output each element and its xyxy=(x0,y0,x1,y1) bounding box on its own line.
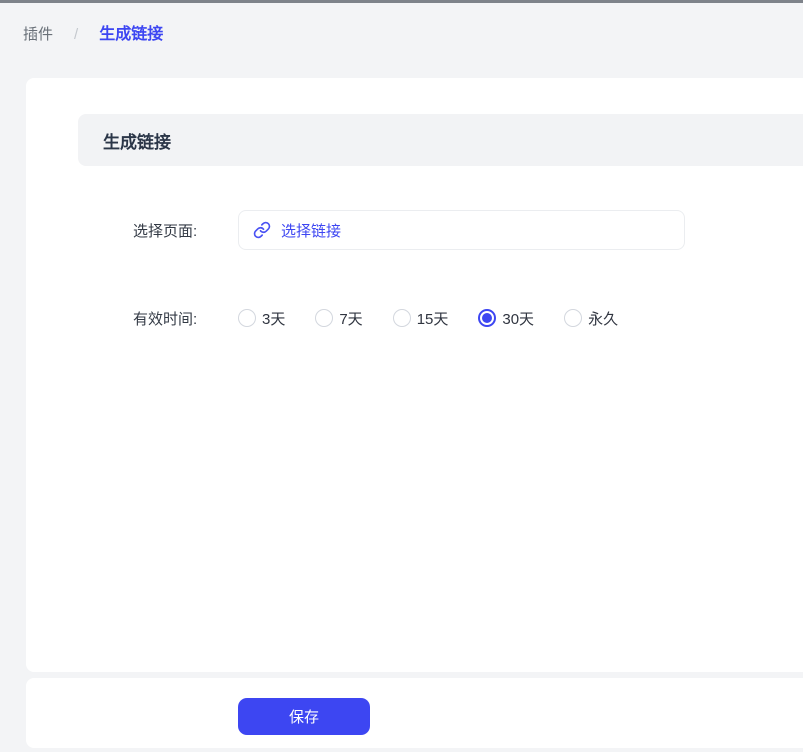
radio-label: 永久 xyxy=(588,310,619,328)
breadcrumb-item-plugins[interactable]: 插件 xyxy=(23,24,53,46)
radio-option-30-days[interactable]: 30天 xyxy=(478,308,534,329)
breadcrumb-item-generate-link: 生成链接 xyxy=(99,26,164,43)
select-page-label: 选择页面: xyxy=(133,222,198,240)
radio-circle xyxy=(478,309,497,327)
form-row-validity: 有效时间: 3天 7天 15天 30天 永久 xyxy=(133,298,618,338)
generate-link-page: 插件 / 生成链接 生成链接 选择页面: 选择链接 有效时间: 3天 7天 15… xyxy=(0,0,803,752)
radio-circle xyxy=(238,309,256,327)
validity-radio-group: 3天 7天 15天 30天 永久 xyxy=(238,308,618,329)
generate-link-card: 生成链接 选择页面: 选择链接 有效时间: 3天 7天 15天 30天 永久 xyxy=(26,78,803,672)
breadcrumb-separator: / xyxy=(74,26,79,43)
radio-circle xyxy=(564,309,583,327)
radio-option-3-days[interactable]: 3天 xyxy=(238,308,285,329)
save-button[interactable]: 保存 xyxy=(238,698,370,735)
radio-label: 30天 xyxy=(502,310,535,328)
radio-option-15-days[interactable]: 15天 xyxy=(392,308,449,329)
select-link-field[interactable]: 选择链接 xyxy=(238,210,685,250)
radio-option-forever[interactable]: 永久 xyxy=(564,308,618,329)
card-title: 生成链接 xyxy=(103,132,171,152)
form-row-select-page: 选择页面: 选择链接 xyxy=(133,210,685,250)
radio-option-7-days[interactable]: 7天 xyxy=(315,308,363,329)
select-link-placeholder: 选择链接 xyxy=(281,222,342,240)
breadcrumb: 插件 / 生成链接 xyxy=(23,24,163,46)
radio-circle xyxy=(392,309,411,327)
card-header: 生成链接 xyxy=(78,114,803,166)
radio-label: 15天 xyxy=(416,310,449,328)
radio-label: 3天 xyxy=(262,310,286,328)
radio-circle xyxy=(315,309,334,327)
window-top-border xyxy=(0,0,803,3)
radio-label: 7天 xyxy=(339,310,363,328)
link-icon xyxy=(253,221,271,239)
footer-action-bar: 保存 xyxy=(26,678,803,748)
validity-label: 有效时间: xyxy=(133,310,198,328)
